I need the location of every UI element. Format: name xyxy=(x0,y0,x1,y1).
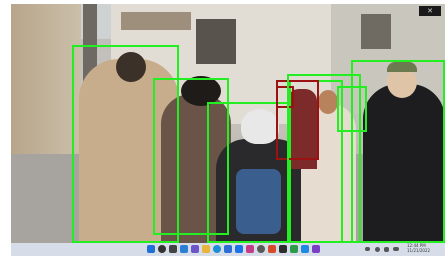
detection-box-person-7 xyxy=(351,60,445,243)
media-icon[interactable] xyxy=(268,245,276,253)
video-frame: ✕ xyxy=(11,4,445,243)
windows-start-icon[interactable] xyxy=(147,245,155,253)
app-icon-3[interactable] xyxy=(312,245,320,253)
clock-date[interactable]: 11/21/2022 xyxy=(407,249,430,253)
volume-icon[interactable] xyxy=(384,247,389,252)
app-icon[interactable] xyxy=(290,245,298,253)
store-icon[interactable] xyxy=(224,245,232,253)
screen: ✕ 12:44 PM 11/21/2022 xyxy=(11,4,445,256)
battery-icon[interactable] xyxy=(393,247,399,251)
edge-browser-icon[interactable] xyxy=(213,245,221,253)
mail-icon[interactable] xyxy=(235,245,243,253)
taskbar: 12:44 PM 11/21/2022 xyxy=(11,243,445,256)
file-explorer-icon[interactable] xyxy=(202,245,210,253)
task-view-icon[interactable] xyxy=(169,245,177,253)
chat-icon[interactable] xyxy=(191,245,199,253)
tray-chevron-icon[interactable] xyxy=(365,247,370,251)
terminal-icon[interactable] xyxy=(279,245,287,253)
wifi-icon[interactable] xyxy=(375,247,380,252)
settings-icon[interactable] xyxy=(257,245,265,253)
app-icon-2[interactable] xyxy=(301,245,309,253)
window-right xyxy=(361,14,391,49)
search-icon[interactable] xyxy=(158,245,166,253)
shop-sign xyxy=(121,12,191,30)
shop-window xyxy=(196,19,236,64)
close-button[interactable]: ✕ xyxy=(419,6,441,16)
photos-icon[interactable] xyxy=(246,245,254,253)
widgets-icon[interactable] xyxy=(180,245,188,253)
